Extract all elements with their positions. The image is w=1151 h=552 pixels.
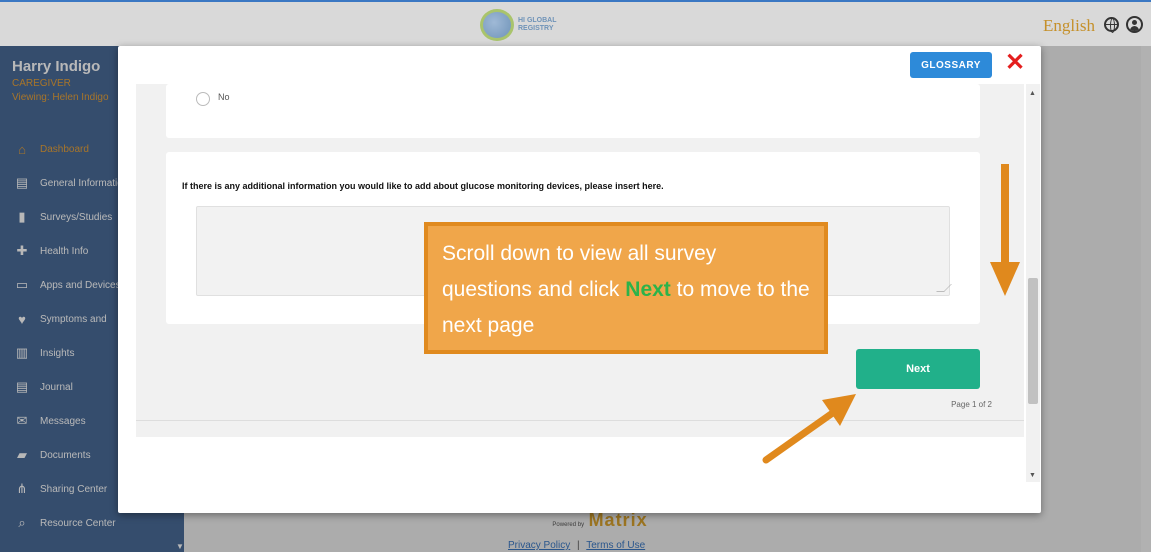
modal-scrollbar[interactable]: ▲ ▼ (1026, 84, 1040, 482)
page-indicator: Page 1 of 2 (951, 400, 992, 409)
question-card-previous: No (166, 84, 980, 138)
tutorial-callout: Scroll down to view all survey questions… (424, 222, 828, 354)
close-icon[interactable]: ✕ (1004, 51, 1026, 76)
callout-highlight: Next (625, 278, 671, 301)
scroll-down-icon[interactable]: ▼ (1029, 472, 1036, 479)
glossary-button[interactable]: GLOSSARY (910, 52, 992, 78)
scroll-up-icon[interactable]: ▲ (1029, 90, 1036, 97)
scroll-down-arrow-shaft (1001, 164, 1009, 264)
registry-logo[interactable]: HI GLOBAL REGISTRY (480, 8, 576, 42)
top-header: HI GLOBAL REGISTRY English (0, 0, 1151, 46)
globe-logo-icon (480, 9, 514, 41)
radio-option-no[interactable] (196, 92, 210, 106)
scroll-down-arrow-icon (990, 262, 1020, 296)
logo-text: HI GLOBAL REGISTRY (518, 17, 557, 32)
next-button[interactable]: Next (856, 349, 980, 389)
language-selector[interactable]: English (1043, 16, 1095, 36)
pointer-arrow-icon (762, 394, 856, 464)
account-icon[interactable] (1126, 16, 1143, 33)
scroll-thumb[interactable] (1028, 278, 1038, 404)
globe-icon[interactable] (1104, 17, 1119, 33)
radio-label: No (218, 92, 230, 102)
question-text: If there is any additional information y… (182, 181, 664, 191)
divider (136, 420, 1024, 421)
